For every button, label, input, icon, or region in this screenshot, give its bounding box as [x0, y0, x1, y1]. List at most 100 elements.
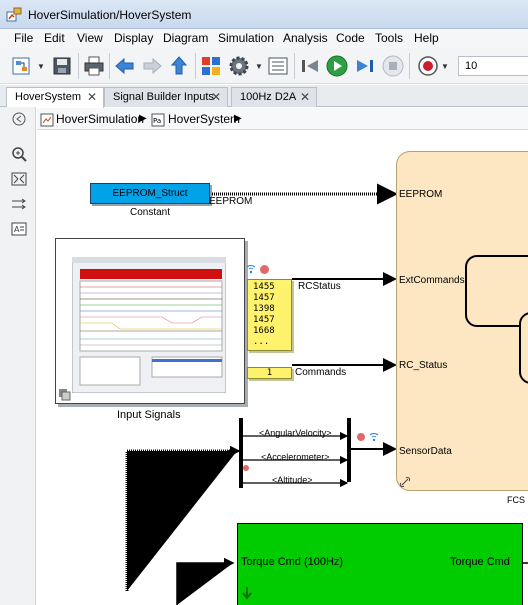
- chart-state[interactable]: [465, 255, 528, 327]
- chart-state[interactable]: [519, 312, 528, 384]
- menu-tools[interactable]: Tools: [375, 29, 403, 48]
- breakpoint-dot-icon[interactable]: [357, 433, 365, 441]
- chevron-down-icon[interactable]: ▼: [255, 62, 263, 71]
- green-subsystem-block[interactable]: Torque Cmd (100Hz) Torque Cmd: [237, 523, 523, 605]
- stop-icon[interactable]: [381, 54, 405, 78]
- fcs-port-eeprom: EEPROM: [399, 189, 443, 200]
- green-block-output-label: Torque Cmd: [450, 556, 510, 568]
- print-icon[interactable]: [82, 54, 106, 78]
- menu-bar: File Edit View Display Diagram Simulatio…: [0, 29, 528, 48]
- rcstatus-signal-label: RCStatus: [298, 281, 341, 292]
- breadcrumb-separator-icon: ▶: [139, 113, 147, 124]
- bus-signal-label: <Altitude>: [272, 475, 313, 485]
- settings-gear-icon[interactable]: [227, 54, 251, 78]
- display-value: 1398: [253, 304, 275, 314]
- stop-time-input[interactable]: 10: [458, 56, 528, 76]
- breadcrumb-separator-icon: ▶: [234, 113, 242, 124]
- fit-to-view-icon[interactable]: [10, 171, 28, 187]
- up-icon[interactable]: [167, 54, 191, 78]
- model-explorer-icon[interactable]: [199, 54, 223, 78]
- constant-block[interactable]: EEPROM_Struct: [90, 183, 210, 204]
- fcs-port-extcommands: ExtCommands: [399, 275, 465, 286]
- menu-diagram[interactable]: Diagram: [163, 29, 208, 48]
- simulink-model-icon: [6, 7, 22, 22]
- hide-explorer-icon[interactable]: [10, 111, 28, 127]
- bus-signal-label: <AngularVelocity>: [259, 428, 332, 438]
- commands-display-block[interactable]: 1: [247, 367, 292, 379]
- breakpoint-dot-icon[interactable]: [243, 465, 249, 471]
- route-lines-icon[interactable]: [10, 196, 28, 212]
- close-icon[interactable]: ✕: [300, 88, 310, 107]
- model-config-icon[interactable]: [266, 54, 290, 78]
- menu-view[interactable]: View: [77, 29, 103, 48]
- link-icon: [399, 476, 411, 488]
- breadcrumb-root[interactable]: HoverSimulation: [56, 112, 144, 126]
- fcs-port-sensordata: SensorData: [399, 446, 452, 457]
- annotation-icon[interactable]: A: [10, 221, 28, 237]
- menu-simulation[interactable]: Simulation: [218, 29, 274, 48]
- bus-signal-label: <Accelerometer>: [261, 452, 330, 462]
- green-block-input-label: Torque Cmd (100Hz): [241, 556, 344, 568]
- chevron-down-icon[interactable]: ▼: [37, 62, 45, 71]
- signal-builder-thumbnail: [72, 257, 226, 393]
- constant-caption: Constant: [130, 207, 171, 218]
- step-back-icon[interactable]: [298, 54, 322, 78]
- toolbar-separator: [409, 53, 410, 79]
- run-icon[interactable]: [325, 54, 349, 78]
- fcs-port-rc-status: RC_Status: [399, 360, 448, 371]
- rc-display-block[interactable]: 1455 1457 1398 1457 1668 ...: [247, 279, 292, 351]
- signal-builder-block[interactable]: [55, 238, 245, 404]
- breakpoint-dot-icon[interactable]: [260, 265, 269, 274]
- toolbar-separator: [195, 53, 196, 79]
- display-value: 1455: [253, 282, 275, 292]
- tab-hoversystem[interactable]: HoverSystem ✕: [6, 87, 104, 108]
- record-icon[interactable]: [416, 54, 440, 78]
- step-forward-icon[interactable]: [353, 54, 377, 78]
- menu-display[interactable]: Display: [114, 29, 153, 48]
- toolbar-separator: [78, 53, 79, 79]
- subsystem-icon: Pa: [151, 113, 165, 127]
- signal-builder-badge-icon: [59, 389, 71, 401]
- display-value: 1668: [253, 326, 275, 336]
- svg-text:A: A: [14, 225, 20, 234]
- model-icon: [40, 113, 54, 127]
- menu-help[interactable]: Help: [414, 29, 439, 48]
- commands-signal-label: Commands: [295, 367, 347, 378]
- menu-edit[interactable]: Edit: [44, 29, 65, 48]
- display-value: 1457: [253, 293, 275, 303]
- zoom-in-icon[interactable]: [10, 146, 28, 162]
- eeprom-signal-label: EEPROM: [209, 196, 253, 207]
- fcs-subsystem-block[interactable]: EEPROM ExtCommands RC_Status SensorData: [396, 151, 528, 491]
- tab-100hz-d2a[interactable]: 100Hz D2A ✕: [231, 87, 317, 107]
- menu-code[interactable]: Code: [336, 29, 365, 48]
- tab-label: HoverSystem: [15, 91, 82, 103]
- bus-selector-block[interactable]: [239, 418, 243, 488]
- model-canvas[interactable]: EEPROM_Struct Constant EEPROM Input Sign…: [37, 131, 528, 605]
- back-icon[interactable]: [113, 54, 137, 78]
- breadcrumb-current[interactable]: HoverSystem: [168, 112, 240, 126]
- title-bar: HoverSimulation/HoverSystem: [0, 0, 528, 29]
- tab-signal-builder-inputs[interactable]: Signal Builder Inputs ✕: [104, 87, 228, 107]
- tab-label: Signal Builder Inputs: [113, 91, 214, 103]
- close-icon[interactable]: ✕: [211, 88, 221, 107]
- toolbar-separator: [294, 53, 295, 79]
- svg-text:Pa: Pa: [153, 117, 161, 125]
- input-signals-caption: Input Signals: [117, 409, 181, 421]
- display-value: ...: [253, 337, 270, 347]
- library-browser-icon[interactable]: [10, 54, 34, 78]
- down-arrow-icon: [242, 587, 252, 600]
- window-title: HoverSimulation/HoverSystem: [28, 8, 192, 22]
- wifi-signal-icon: [246, 265, 256, 274]
- display-value: 1457: [253, 315, 275, 325]
- save-icon[interactable]: [50, 54, 74, 78]
- fcs-caption: FCS M: [507, 495, 528, 505]
- tab-label: 100Hz D2A: [240, 91, 297, 103]
- bus-creator-block[interactable]: [347, 418, 351, 482]
- menu-file[interactable]: File: [14, 29, 33, 48]
- toolbar-separator: [109, 53, 110, 79]
- chevron-down-icon[interactable]: ▼: [441, 62, 449, 71]
- close-icon[interactable]: ✕: [87, 88, 97, 107]
- wifi-signal-icon: [369, 433, 379, 442]
- forward-icon[interactable]: [140, 54, 164, 78]
- menu-analysis[interactable]: Analysis: [283, 29, 328, 48]
